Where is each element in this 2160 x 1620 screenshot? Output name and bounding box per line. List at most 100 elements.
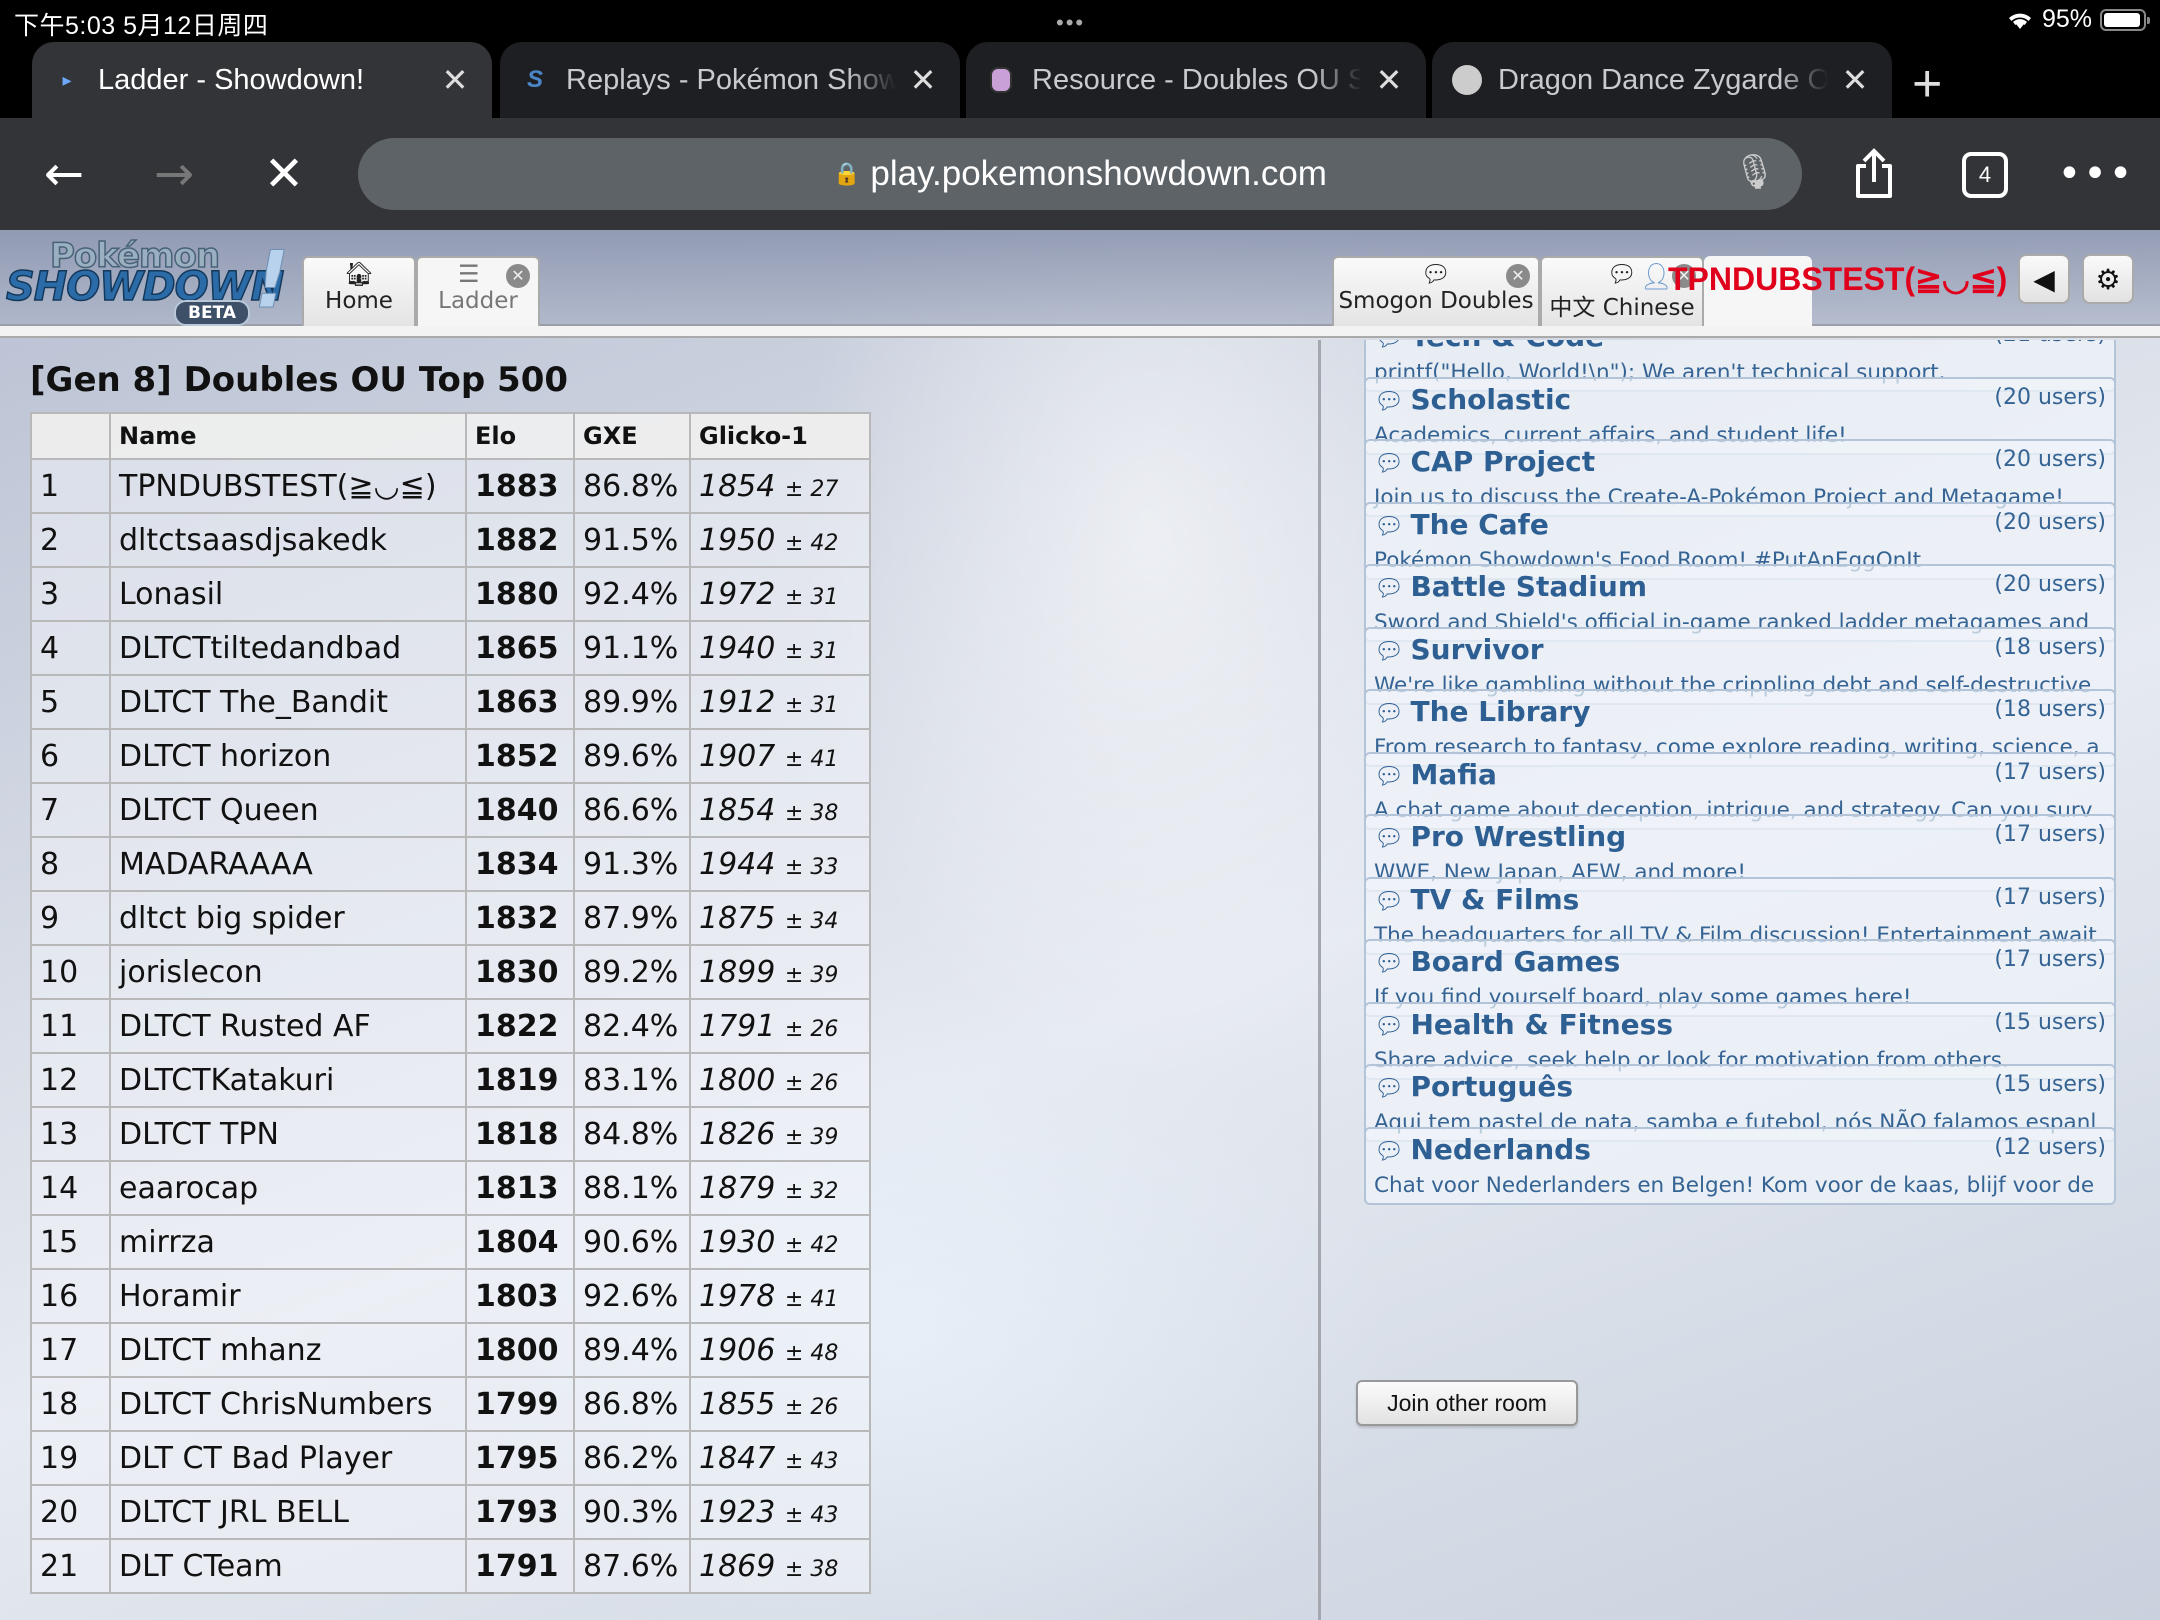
room-user-count: (12 users): [1994, 1134, 2106, 1160]
elo-cell: 1883: [465, 458, 575, 514]
stop-loading-button[interactable]: ✕: [256, 146, 312, 202]
elo-cell: 1803: [465, 1268, 575, 1324]
gxe-cell: 88.1%: [573, 1160, 691, 1216]
close-tab-icon[interactable]: ✕: [506, 264, 530, 288]
showdown-logo[interactable]: Pokémon SHOWDOWN ! BETA: [5, 235, 294, 326]
browser-tab-title: Replays - Pokémon Showdown: [566, 63, 896, 96]
player-name-link[interactable]: DLTCT mhanz: [109, 1322, 467, 1378]
glicko-deviation: ± 41: [784, 1286, 839, 1312]
player-name-link[interactable]: mirrza: [109, 1214, 467, 1270]
elo-cell: 1800: [465, 1322, 575, 1378]
player-name-link[interactable]: DLTCT The_Bandit: [109, 674, 467, 730]
tab-smogon-doubles[interactable]: 💬︎ Smogon Doubles ✕: [1332, 256, 1540, 326]
room-user-count: (17 users): [1994, 759, 2106, 785]
arrow-right-icon: →: [153, 146, 195, 202]
username-button[interactable]: TPNDUBSTEST(≧◡≦): [1668, 260, 2007, 298]
room-user-count: (18 users): [1994, 634, 2106, 660]
player-name-link[interactable]: dltct big spider: [109, 890, 467, 946]
room-name: Scholastic: [1410, 382, 1572, 416]
room-user-count: (17 users): [1994, 884, 2106, 910]
pokemon-sprite-favicon: [986, 65, 1016, 95]
close-tab-icon[interactable]: ✕: [906, 61, 940, 99]
elo-cell: 1832: [465, 890, 575, 946]
close-icon: ✕: [263, 146, 305, 202]
player-name-link[interactable]: Horamir: [109, 1268, 467, 1324]
back-button[interactable]: ←: [36, 146, 92, 202]
player-name-link[interactable]: DLTCT Queen: [109, 782, 467, 838]
player-name-link[interactable]: DLTCT JRL BELL: [109, 1484, 467, 1540]
glicko-rating: 1791: [699, 1008, 776, 1044]
rank-cell: 5: [30, 674, 111, 730]
tab-home[interactable]: 🏠︎ Home: [302, 256, 416, 326]
logo-exclamation: !: [254, 236, 291, 327]
join-other-room-button[interactable]: Join other room: [1356, 1380, 1578, 1426]
player-name-link[interactable]: DLTCT ChrisNumbers: [109, 1376, 467, 1432]
close-tab-icon[interactable]: ✕: [1506, 264, 1530, 288]
elo-cell: 1863: [465, 674, 575, 730]
player-name-link[interactable]: TPNDUBSTEST(≧◡≦): [109, 458, 467, 514]
table-row: 7 DLTCT Queen 1840 86.6% 1854 ± 38: [30, 782, 871, 838]
panel-divider[interactable]: [1318, 340, 1321, 1620]
rank-cell: 12: [30, 1052, 111, 1108]
player-name-link[interactable]: DLTCT horizon: [109, 728, 467, 784]
player-name-link[interactable]: DLT CT Bad Player: [109, 1430, 467, 1486]
room-description: Chat voor Nederlanders en Belgen! Kom vo…: [1374, 1172, 2095, 1198]
rank-cell: 8: [30, 836, 111, 892]
chat-bubble-icon: 💬︎: [1374, 1011, 1405, 1040]
room-title: 💬︎ Tech & Code: [1374, 340, 1604, 353]
close-tab-icon[interactable]: ✕: [1838, 61, 1872, 99]
room-item[interactable]: 💬︎ Nederlands (12 users) Chat voor Nederlan…: [1364, 1126, 2116, 1205]
chat-bubble-icon: 💬︎: [1374, 511, 1405, 540]
chat-bubble-icon: 💬︎: [1374, 386, 1405, 415]
player-name-link[interactable]: dltctsaasdjsakedk: [109, 512, 467, 568]
gxe-cell: 89.2%: [573, 944, 691, 1000]
chat-bubble-icon: 💬︎: [1374, 340, 1404, 352]
player-name-link[interactable]: DLTCTKatakuri: [109, 1052, 467, 1108]
more-menu-button[interactable]: •••: [2058, 146, 2133, 202]
player-name-link[interactable]: MADARAAAA: [109, 836, 467, 892]
microphone-icon[interactable]: 🎙: [1733, 152, 1776, 192]
player-name-link[interactable]: DLTCT TPN: [109, 1106, 467, 1162]
browser-tab-strip: ▸ Ladder - Showdown! ✕ S Replays - Pokém…: [0, 40, 2160, 118]
close-tab-icon[interactable]: ✕: [438, 61, 472, 99]
rank-cell: 3: [30, 566, 111, 622]
elo-cell: 1840: [465, 782, 575, 838]
glicko-cell: 1930 ± 42: [689, 1214, 871, 1270]
forward-button[interactable]: →: [146, 146, 202, 202]
multitasking-dots-icon[interactable]: •••: [1056, 10, 1085, 36]
player-name-link[interactable]: eaarocap: [109, 1160, 467, 1216]
gxe-cell: 90.3%: [573, 1484, 691, 1540]
player-name-link[interactable]: Lonasil: [109, 566, 467, 622]
glicko-rating: 1940: [699, 630, 776, 666]
browser-tab-resource[interactable]: Resource - Doubles OU Smogon ✕: [966, 42, 1426, 118]
gxe-cell: 86.2%: [573, 1430, 691, 1486]
rank-cell: 2: [30, 512, 111, 568]
player-name-link[interactable]: DLTCTtiltedandbad: [109, 620, 467, 676]
glicko-rating: 1923: [699, 1494, 776, 1530]
browser-tab-ladder[interactable]: ▸ Ladder - Showdown! ✕: [32, 42, 492, 118]
share-button[interactable]: [1846, 146, 1902, 202]
browser-tab-replays[interactable]: S Replays - Pokémon Showdown ✕: [500, 42, 960, 118]
gxe-cell: 87.9%: [573, 890, 691, 946]
tab-ladder[interactable]: ☰ Ladder ✕: [416, 256, 540, 328]
settings-button[interactable]: ⚙: [2082, 254, 2134, 304]
player-name-link[interactable]: jorislecon: [109, 944, 467, 1000]
table-row: 19 DLT CT Bad Player 1795 86.2% 1847 ± 43: [30, 1430, 871, 1486]
table-row: 18 DLTCT ChrisNumbers 1799 86.8% 1855 ± 26: [30, 1376, 871, 1432]
room-name: The Library: [1410, 695, 1591, 728]
player-name-link[interactable]: DLT CTeam: [109, 1538, 467, 1594]
sound-button[interactable]: ◀: [2018, 254, 2070, 304]
gxe-cell: 82.4%: [573, 998, 691, 1054]
address-bar[interactable]: 🔒 play.pokemonshowdown.com 🎙: [358, 138, 1802, 210]
room-user-count: (20 users): [1994, 572, 2106, 597]
table-row: 16 Horamir 1803 92.6% 1978 ± 41: [30, 1268, 871, 1324]
chat-bubble-icon: 💬︎: [1374, 1074, 1405, 1102]
browser-tab-zygarde[interactable]: Dragon Dance Zygarde OU ✕: [1432, 42, 1892, 118]
close-tab-icon[interactable]: ✕: [1372, 61, 1406, 99]
tab-switcher-button[interactable]: 4: [1962, 152, 2008, 198]
new-tab-button[interactable]: +: [1912, 54, 1942, 114]
room-name: Tech & Code: [1410, 340, 1604, 353]
player-name-link[interactable]: DLTCT Rusted AF: [109, 998, 467, 1054]
room-name: Português: [1410, 1070, 1573, 1103]
url-text: play.pokemonshowdown.com: [870, 154, 1327, 193]
